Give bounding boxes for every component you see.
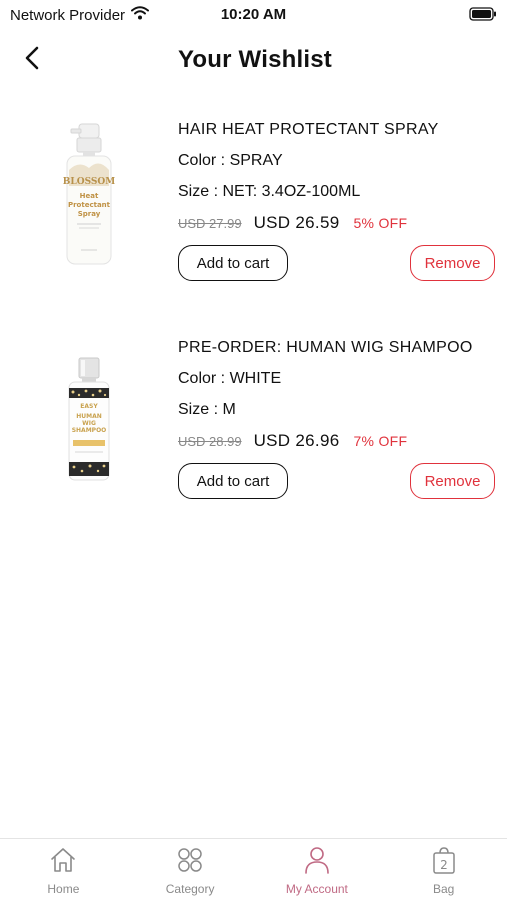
back-button[interactable] — [16, 44, 48, 76]
price-row: USD 28.99 USD 26.96 7% OFF — [178, 428, 498, 454]
add-to-cart-button[interactable]: Add to cart — [178, 245, 288, 281]
product-size: Size : M — [178, 401, 236, 418]
nav-my-account[interactable]: My Account — [254, 839, 381, 900]
category-icon — [175, 845, 205, 875]
svg-text:Protectant: Protectant — [68, 201, 111, 209]
product-image[interactable]: EASY HUMAN WIG SHAMPOO — [14, 344, 164, 494]
discount-badge: 7% OFF — [353, 433, 408, 449]
chevron-left-icon — [23, 45, 41, 76]
nav-label: Bag — [432, 882, 455, 896]
current-price: USD 26.59 — [253, 213, 340, 232]
item-info: HAIR HEAT PROTECTANT SPRAY Color : SPRAY… — [178, 118, 498, 281]
wishlist-item: EASY HUMAN WIG SHAMPOO PRE-ORDER: HUMAN … — [0, 336, 507, 506]
nav-bag[interactable]: 2 Bag — [380, 839, 507, 900]
svg-text:Heat: Heat — [80, 192, 99, 200]
price-row: USD 27.99 USD 26.59 5% OFF — [178, 210, 498, 236]
product-name[interactable]: HAIR HEAT PROTECTANT SPRAY — [178, 118, 498, 142]
product-color: Color : WHITE — [178, 370, 282, 387]
nav-home[interactable]: Home — [0, 839, 127, 900]
item-actions: Add to cart Remove — [178, 245, 498, 281]
home-icon — [48, 845, 78, 875]
status-bar: Network Provider 10:20 AM — [0, 0, 507, 30]
header: Your Wishlist — [0, 38, 507, 84]
svg-text:HUMAN: HUMAN — [76, 413, 102, 420]
add-to-cart-button[interactable]: Add to cart — [178, 463, 288, 499]
nav-label: Home — [47, 882, 80, 896]
wishlist-item: BLOSSOM Heat Protectant Spray HAIR HEAT … — [0, 118, 507, 288]
account-icon — [302, 845, 332, 875]
product-image[interactable]: BLOSSOM Heat Protectant Spray — [14, 118, 164, 268]
product-color: Color : SPRAY — [178, 152, 283, 169]
item-actions: Add to cart Remove — [178, 463, 498, 499]
item-info: PRE-ORDER: HUMAN WIG SHAMPOO Color : WHI… — [178, 336, 498, 499]
remove-button[interactable]: Remove — [410, 463, 495, 499]
bottom-nav: Home Category My Account 2 Bag — [0, 838, 507, 900]
svg-text:Spray: Spray — [78, 210, 101, 218]
nav-label: My Account — [285, 882, 348, 896]
svg-text:SHAMPOO: SHAMPOO — [72, 427, 107, 434]
nav-label: Category — [165, 882, 215, 896]
image-brand-text: BLOSSOM — [63, 177, 115, 187]
status-time: 10:20 AM — [220, 6, 287, 23]
bag-icon: 2 — [429, 845, 459, 875]
remove-button[interactable]: Remove — [410, 245, 495, 281]
product-name[interactable]: PRE-ORDER: HUMAN WIG SHAMPOO — [178, 336, 498, 360]
old-price: USD 27.99 — [178, 215, 242, 231]
old-price: USD 28.99 — [178, 433, 242, 449]
bag-count-badge: 2 — [440, 858, 448, 872]
battery-icon — [469, 7, 497, 26]
svg-text:WIG: WIG — [82, 420, 96, 427]
page-title: Your Wishlist — [178, 46, 332, 73]
svg-text:EASY: EASY — [80, 403, 98, 410]
discount-badge: 5% OFF — [353, 215, 408, 231]
product-size: Size : NET: 3.4OZ-100ML — [178, 183, 361, 200]
nav-category[interactable]: Category — [127, 839, 254, 900]
current-price: USD 26.96 — [253, 431, 340, 450]
